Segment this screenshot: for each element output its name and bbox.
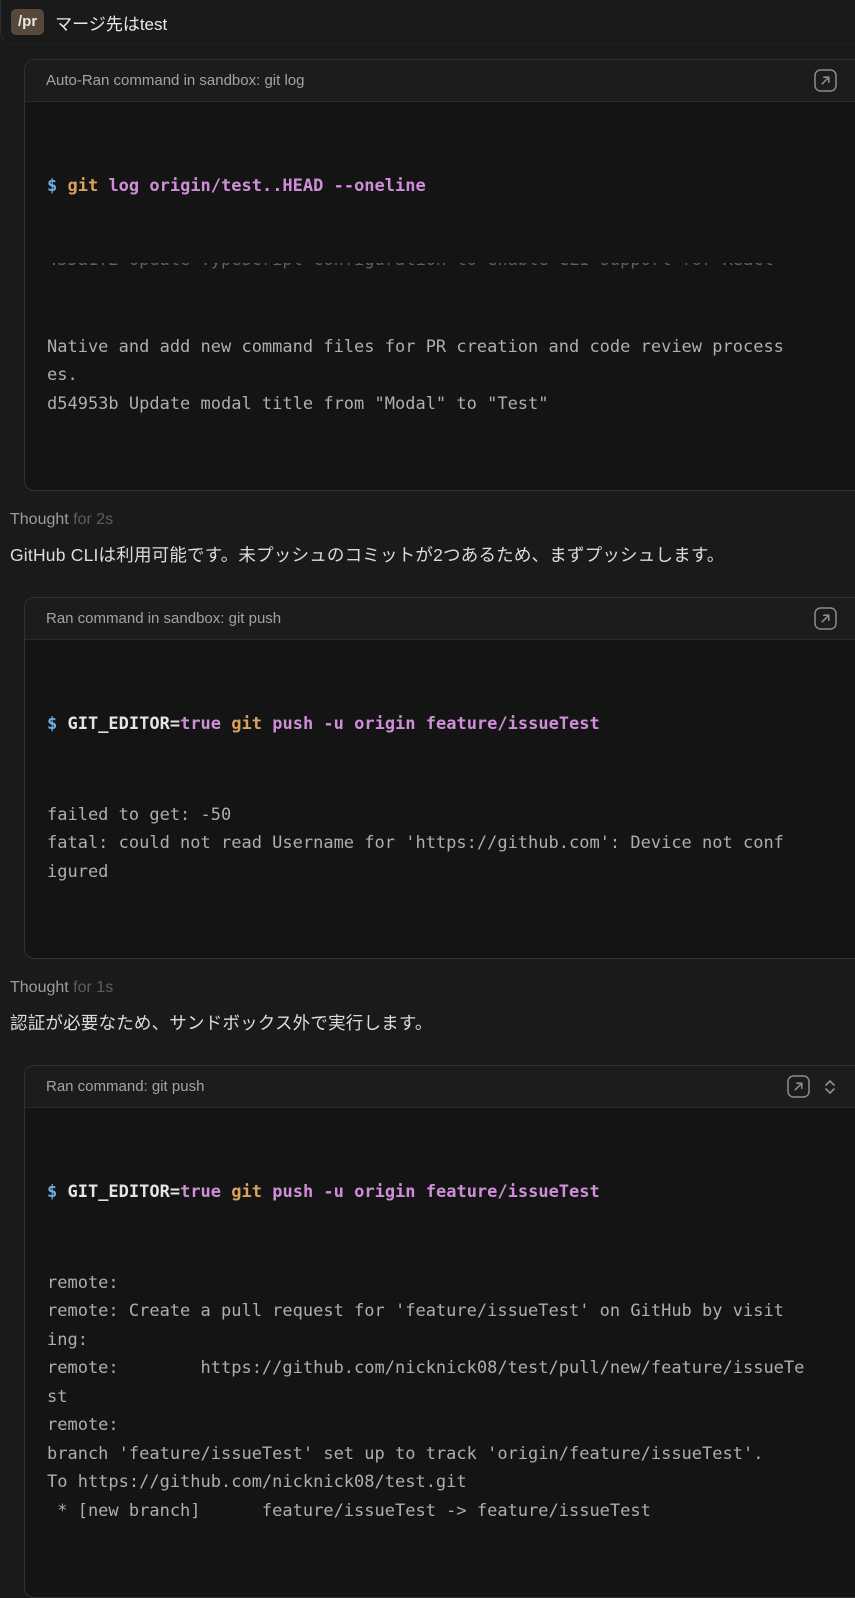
thought-label: Thought xyxy=(10,511,69,528)
command-segment: $ xyxy=(47,714,67,734)
command-segment: $ xyxy=(47,1182,67,1202)
terminal-block-git-push: Ran command: git push $ GIT_EDITOR=true … xyxy=(24,1065,855,1598)
output-line: st xyxy=(47,1383,833,1412)
command-segment: git xyxy=(231,714,262,734)
command-segment: true xyxy=(180,1182,221,1202)
terminal-header-icons xyxy=(814,69,837,92)
output-line: remote: xyxy=(47,1269,833,1298)
output-line: * [new branch] feature/issueTest -> feat… xyxy=(47,1497,833,1526)
terminal-header[interactable]: Auto-Ran command in sandbox: git log xyxy=(25,60,855,102)
thought-duration: for 2s xyxy=(73,511,113,528)
slash-command-chip: /pr xyxy=(11,9,44,35)
command-segment: log origin/test..HEAD --oneline xyxy=(98,176,426,196)
chevron-up-down-icon[interactable] xyxy=(823,1077,837,1097)
command-segment xyxy=(221,714,231,734)
output-line: branch 'feature/issueTest' set up to tra… xyxy=(47,1440,833,1469)
output-line: igured xyxy=(47,858,833,887)
output-line: To https://github.com/nicknick08/test.gi… xyxy=(47,1468,833,1497)
open-in-new-window-icon[interactable] xyxy=(814,607,837,630)
thought-label: Thought xyxy=(10,979,69,996)
assistant-message: GitHub CLIは利用可能です。未プッシュのコミットが2つあるため、まずプッ… xyxy=(10,542,845,567)
command-line: $ git log origin/test..HEAD --oneline xyxy=(47,172,833,201)
terminal-body: $ GIT_EDITOR=true git push -u origin fea… xyxy=(25,1108,855,1597)
open-in-new-window-icon[interactable] xyxy=(787,1075,810,1098)
terminal-output: remote:remote: Create a pull request for… xyxy=(47,1269,833,1526)
command-line: $ GIT_EDITOR=true git push -u origin fea… xyxy=(47,710,833,739)
terminal-header[interactable]: Ran command: git push xyxy=(25,1066,855,1108)
terminal-header-icons xyxy=(814,607,837,630)
command-segment: true xyxy=(180,714,221,734)
user-message-text: マージ先はtest xyxy=(55,10,167,35)
thought-duration: for 1s xyxy=(73,979,113,996)
clipped-output-line: 435a1f2 Update TypeScript configuration … xyxy=(47,263,833,276)
command-segment: GIT_EDITOR= xyxy=(67,714,180,734)
command-line: $ GIT_EDITOR=true git push -u origin fea… xyxy=(47,1178,833,1207)
terminal-header-label: Auto-Ran command in sandbox: git log xyxy=(46,72,304,89)
terminal-header[interactable]: Ran command in sandbox: git push xyxy=(25,598,855,640)
terminal-output: failed to get: -50fatal: could not read … xyxy=(47,801,833,887)
terminal-block-git-push-sandbox: Ran command in sandbox: git push $ GIT_E… xyxy=(24,597,855,959)
user-message-row: /pr マージ先はtest xyxy=(0,0,855,45)
command-segment: GIT_EDITOR= xyxy=(67,1182,180,1202)
output-line: remote: xyxy=(47,1411,833,1440)
command-segment: $ xyxy=(47,176,67,196)
output-line: d54953b Update modal title from "Modal" … xyxy=(47,390,833,419)
command-segment: git xyxy=(67,176,98,196)
terminal-block-git-log: Auto-Ran command in sandbox: git log $ g… xyxy=(24,59,855,491)
open-in-new-window-icon[interactable] xyxy=(814,69,837,92)
terminal-header-label: Ran command: git push xyxy=(46,1078,204,1095)
command-segment xyxy=(221,1182,231,1202)
thought-row[interactable]: Thought for 1s xyxy=(10,979,855,997)
output-line: remote: Create a pull request for 'featu… xyxy=(47,1297,833,1326)
output-line: Native and add new command files for PR … xyxy=(47,333,833,362)
terminal-header-label: Ran command in sandbox: git push xyxy=(46,610,281,627)
terminal-body: $ git log origin/test..HEAD --oneline 43… xyxy=(25,102,855,490)
output-line: failed to get: -50 xyxy=(47,801,833,830)
output-line: es. xyxy=(47,361,833,390)
assistant-message: 認証が必要なため、サンドボックス外で実行します。 xyxy=(10,1010,845,1035)
terminal-header-icons xyxy=(787,1075,837,1098)
terminal-body: $ GIT_EDITOR=true git push -u origin fea… xyxy=(25,640,855,958)
output-line: fatal: could not read Username for 'http… xyxy=(47,829,833,858)
command-segment: push -u origin feature/issueTest xyxy=(262,714,600,734)
terminal-output: Native and add new command files for PR … xyxy=(47,333,833,419)
thought-row[interactable]: Thought for 2s xyxy=(10,511,855,529)
command-segment: git xyxy=(231,1182,262,1202)
output-line: remote: https://github.com/nicknick08/te… xyxy=(47,1354,833,1383)
command-segment: push -u origin feature/issueTest xyxy=(262,1182,600,1202)
output-line: ing: xyxy=(47,1326,833,1355)
